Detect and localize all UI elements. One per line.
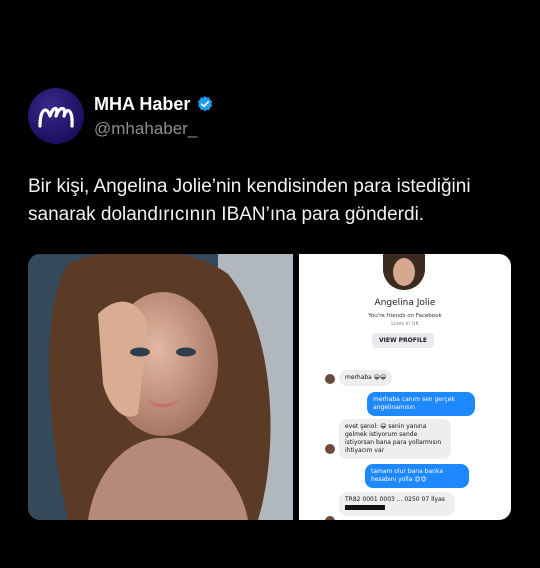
tweet-media[interactable]: Angelina Jolie You're friends on Faceboo…: [28, 254, 511, 520]
redaction-bar: [345, 505, 385, 510]
chat-screenshot: Angelina Jolie You're friends on Faceboo…: [299, 254, 511, 520]
display-name[interactable]: MHA Haber: [94, 94, 190, 115]
chat-message: merhaba 😀😀: [339, 370, 393, 386]
chat-location-line: Lives in UK: [391, 321, 419, 327]
account-handle[interactable]: @mhahaber_: [94, 119, 214, 139]
tweet-text: Bir kişi, Angelina Jolie’nin kendisinden…: [28, 176, 471, 225]
chat-message: tamam olur bana banka hesabını yolla 😍😍: [365, 464, 469, 488]
view-profile-button[interactable]: VIEW PROFILE: [372, 333, 434, 348]
chat-profile-name: Angelina Jolie: [374, 298, 436, 308]
chat-message: TR82 0001 0003 ... 0250 07 İlyas: [339, 492, 455, 516]
chat-sender-avatar: [325, 444, 335, 454]
iban-text: TR82 0001 0003 ... 0250 07 İlyas: [345, 496, 445, 503]
tweet-header: MHA Haber @mhahaber_: [28, 88, 214, 144]
account-avatar[interactable]: [28, 88, 84, 144]
chat-profile-avatar: [383, 254, 425, 290]
chat-message: evet şenol: 😀 senin yanına gelmek istiyo…: [339, 419, 451, 459]
mha-logo-icon: [38, 106, 74, 128]
chat-message: merhaba canım sen gerçek angelinamısın: [367, 392, 475, 416]
chat-friends-line: You're friends on Facebook: [368, 313, 442, 319]
portrait-illustration: [28, 254, 293, 520]
chat-sender-avatar: [325, 374, 335, 384]
verified-badge-icon: [198, 96, 213, 112]
portrait-photo[interactable]: [28, 254, 293, 520]
chat-sender-avatar: [325, 516, 335, 520]
display-name-row[interactable]: MHA Haber: [94, 94, 214, 115]
